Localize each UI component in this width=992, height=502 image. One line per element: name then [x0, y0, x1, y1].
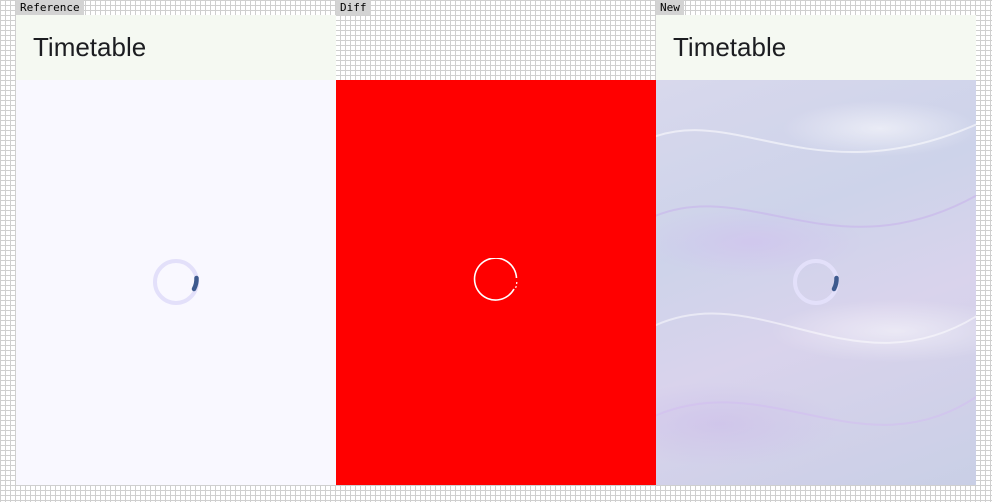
new-label: New	[656, 0, 684, 15]
diff-app-bar-area	[336, 15, 656, 80]
diff-panel	[336, 15, 656, 485]
reference-label: Reference	[16, 0, 84, 15]
diff-spinner-outline-icon	[473, 258, 518, 301]
loading-spinner-icon	[793, 259, 839, 305]
reference-content	[16, 80, 336, 485]
loading-spinner-icon	[153, 259, 199, 305]
diff-label: Diff	[336, 0, 371, 15]
diff-content	[336, 80, 656, 485]
reference-panel: Timetable	[16, 15, 336, 485]
new-app-bar-title: Timetable	[656, 15, 976, 80]
new-panel: Timetable	[656, 15, 976, 485]
reference-app-bar-title: Timetable	[16, 15, 336, 80]
new-content-wavy-background	[656, 80, 976, 485]
